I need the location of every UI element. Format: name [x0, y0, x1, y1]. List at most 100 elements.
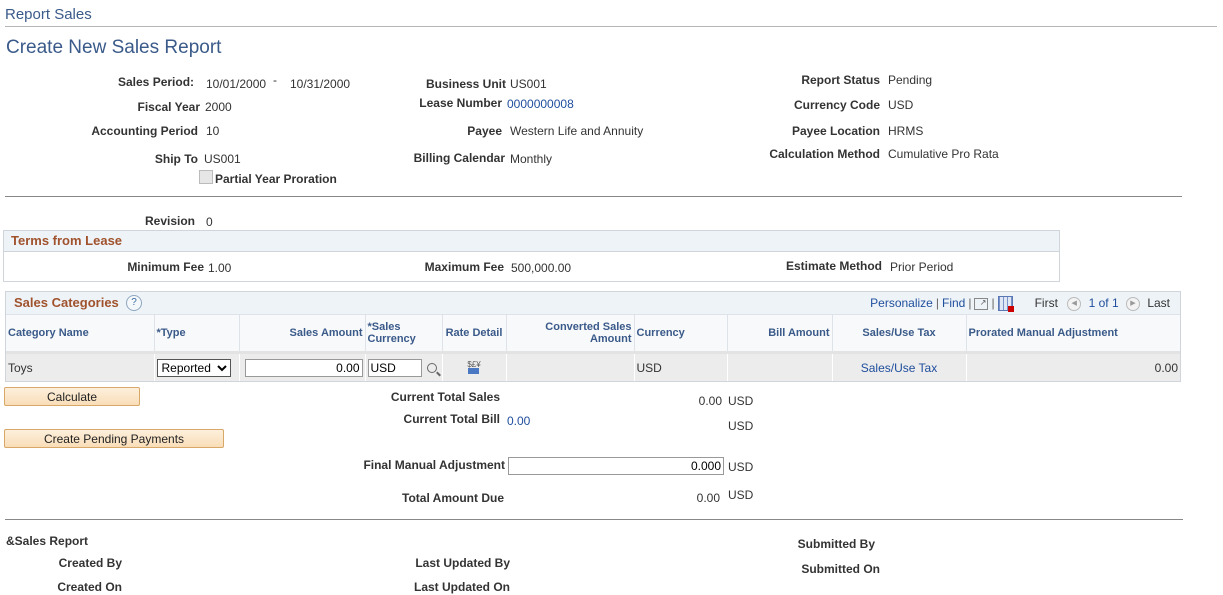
- rate-detail-cell: $£¥: [442, 351, 507, 381]
- calculation-method-value: Cumulative Pro Rata: [888, 147, 999, 161]
- column-sales-currency[interactable]: *Sales Currency: [365, 315, 443, 353]
- column-sales-amount[interactable]: Sales Amount: [239, 315, 366, 353]
- sales-amount-input[interactable]: [244, 358, 363, 377]
- accounting-period-value: 10: [206, 124, 220, 138]
- column-category-name[interactable]: Category Name: [6, 315, 155, 353]
- currency-cell: USD: [634, 351, 728, 381]
- separator: |: [991, 296, 995, 310]
- separator: |: [968, 296, 972, 310]
- help-icon[interactable]: ?: [126, 295, 142, 311]
- find-link[interactable]: Find: [942, 296, 965, 310]
- ship-to-label: Ship To: [154, 152, 198, 166]
- grid-navigation-bar: Sales Categories ? Personalize | Find | ↗ | Fi…: [6, 292, 1180, 315]
- pager-count: 1 of 1: [1088, 296, 1119, 310]
- sales-period-separator: -: [273, 73, 277, 87]
- submitted-on-label: Submitted On: [801, 562, 880, 576]
- current-total-bill-currency: USD: [728, 419, 754, 433]
- maximum-fee-value: 500,000.00: [511, 261, 572, 275]
- converted-sales-amount-cell: [506, 351, 635, 381]
- sales-categories-table: Category Name *Type Sales Amount *Sales …: [6, 315, 1180, 381]
- bill-amount-cell: [727, 351, 833, 381]
- personalize-link[interactable]: Personalize: [870, 296, 933, 310]
- type-select[interactable]: Reported: [156, 358, 231, 377]
- last-label: Last: [1147, 296, 1170, 310]
- minimum-fee-value: 1.00: [208, 261, 232, 275]
- view-all-icon[interactable]: ↗: [974, 297, 989, 310]
- final-manual-adjustment-input[interactable]: [508, 457, 724, 475]
- sales-currency-input[interactable]: [367, 358, 422, 377]
- revision-value: 0: [206, 215, 213, 229]
- grid-toolbar: Personalize | Find | ↗ | First ◀ 1 of 1 ▶ Last: [870, 296, 1170, 313]
- audit-divider: [5, 519, 1183, 520]
- lease-number-link[interactable]: 0000000008: [507, 97, 574, 111]
- payee-location-label: Payee Location: [791, 124, 880, 138]
- ship-to-value: US001: [204, 152, 241, 166]
- current-total-bill-link[interactable]: 0.00: [507, 414, 530, 428]
- revision-label: Revision: [144, 214, 195, 228]
- sales-period-label: Sales Period:: [118, 75, 195, 89]
- category-name-cell: Toys: [6, 351, 155, 381]
- rate-detail-icon[interactable]: $£¥: [467, 360, 481, 375]
- calculate-button[interactable]: Calculate: [4, 387, 140, 406]
- final-manual-adjustment-label: Final Manual Adjustment: [363, 458, 505, 472]
- current-total-sales-label: Current Total Sales: [390, 390, 500, 404]
- column-rate-detail[interactable]: Rate Detail: [442, 315, 507, 353]
- prorated-manual-adjustment-cell: 0.00: [966, 351, 1180, 381]
- created-on-label: Created On: [57, 580, 122, 594]
- audit-section-label: &Sales Report: [6, 534, 89, 548]
- minimum-fee-label: Minimum Fee: [127, 260, 204, 274]
- page-title: Create New Sales Report: [6, 37, 222, 58]
- first-label: First: [1034, 296, 1058, 310]
- currency-code-value: USD: [888, 98, 914, 112]
- sales-use-tax-link[interactable]: Sales/Use Tax: [861, 361, 937, 375]
- header-divider: [5, 26, 1217, 27]
- final-manual-adjustment-currency: USD: [728, 460, 754, 474]
- last-updated-by-label: Last Updated By: [415, 556, 510, 570]
- separator: |: [935, 296, 939, 310]
- last-updated-on-label: Last Updated On: [413, 580, 510, 594]
- column-currency[interactable]: Currency: [634, 315, 728, 353]
- fiscal-year-value: 2000: [205, 100, 232, 114]
- report-status-value: Pending: [888, 73, 933, 87]
- calculation-method-label: Calculation Method: [769, 147, 880, 161]
- partial-year-proration-label: Partial Year Proration: [215, 172, 337, 186]
- sales-period-to: 10/31/2000: [290, 77, 351, 91]
- estimate-method-label: Estimate Method: [785, 259, 882, 273]
- sales-use-tax-cell: Sales/Use Tax: [832, 351, 967, 381]
- current-total-bill-label: Current Total Bill: [403, 412, 500, 426]
- current-total-sales-value: 0.00: [698, 394, 722, 408]
- sales-categories-grid: Sales Categories ? Personalize | Find | ↗ | Fi…: [5, 291, 1181, 382]
- created-by-label: Created By: [58, 556, 122, 570]
- payee-location-value: HRMS: [888, 124, 924, 138]
- lookup-search-icon[interactable]: [426, 363, 441, 377]
- billing-calendar-label: Billing Calendar: [413, 151, 505, 165]
- next-row-icon[interactable]: ▶: [1125, 296, 1140, 311]
- total-amount-due-label: Total Amount Due: [402, 491, 504, 505]
- column-bill-amount[interactable]: Bill Amount: [727, 315, 833, 353]
- column-type[interactable]: *Type: [154, 315, 240, 353]
- partial-year-proration-checkbox[interactable]: [199, 170, 213, 184]
- submitted-by-label: Submitted By: [797, 537, 875, 551]
- column-converted-sales-amount[interactable]: Converted Sales Amount: [506, 315, 635, 353]
- total-amount-due-currency: USD: [728, 488, 754, 502]
- download-to-excel-icon[interactable]: [997, 296, 1014, 313]
- sales-period-from: 10/01/2000: [206, 77, 267, 91]
- billing-calendar-value: Monthly: [510, 152, 553, 166]
- terms-from-lease-header: Terms from Lease: [4, 231, 1059, 252]
- column-sales-use-tax[interactable]: Sales/Use Tax: [832, 315, 967, 353]
- breadcrumb[interactable]: Report Sales: [5, 6, 92, 23]
- column-prorated-manual-adjustment[interactable]: Prorated Manual Adjustment: [966, 315, 1180, 353]
- create-pending-payments-button[interactable]: Create Pending Payments: [4, 429, 224, 448]
- table-header-row: Category Name *Type Sales Amount *Sales …: [6, 315, 1180, 353]
- sales-categories-title: Sales Categories: [14, 295, 119, 310]
- previous-row-icon[interactable]: ◀: [1067, 296, 1082, 311]
- sales-amount-cell: [239, 351, 366, 381]
- estimate-method-value: Prior Period: [890, 260, 954, 274]
- payee-value: Western Life and Annuity: [510, 124, 644, 138]
- total-amount-due-value: 0.00: [696, 491, 720, 505]
- terms-from-lease-title: Terms from Lease: [11, 233, 123, 248]
- table-row: Toys Reported $£¥ USD Sales/Us: [6, 351, 1180, 381]
- sales-currency-cell: [365, 351, 443, 381]
- report-status-label: Report Status: [801, 73, 880, 87]
- section-divider: [5, 196, 1182, 197]
